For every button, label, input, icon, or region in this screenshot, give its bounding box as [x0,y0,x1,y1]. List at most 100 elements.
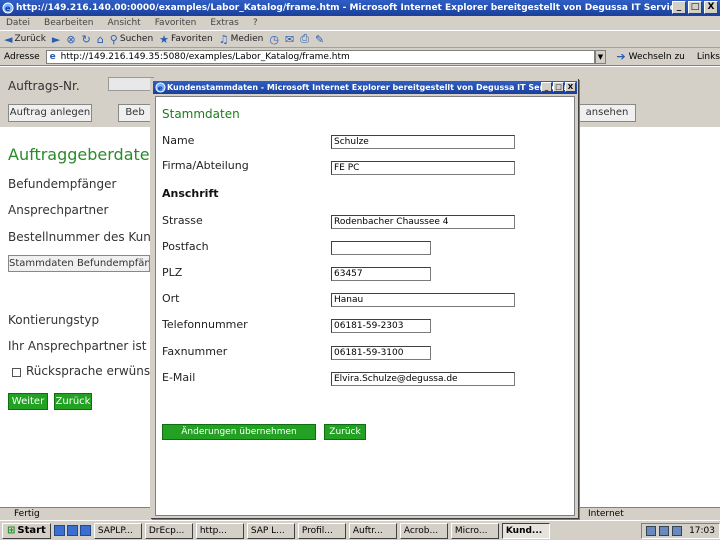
media-label: Medien [230,34,264,44]
tray-icon-3[interactable] [672,525,683,536]
address-input[interactable]: http://149.216.149.35:5080/examples/Labo… [45,49,595,64]
toolbar: ◄ Zurück ► ⊗ ↻ ⌂ ⚲ Suchen ★ Favoriten ♫ … [0,30,720,48]
mail-button[interactable]: ✉ [285,33,294,46]
email-input[interactable]: Elvira.Schulze@degussa.de [331,372,515,386]
beb-button[interactable]: Beb [118,104,152,122]
popup-minimize-button[interactable]: _ [541,82,552,92]
menu-datei[interactable]: Datei [6,16,30,30]
name-input[interactable]: Schulze [331,135,515,149]
forward-arrow-icon: ► [51,32,61,46]
befundempfaenger-label: Befundempfänger [8,177,117,191]
back-button[interactable]: ◄ Zurück [4,33,46,46]
history-icon: ◷ [269,32,279,46]
forward-button[interactable]: ► [52,33,60,46]
favorites-label: Favoriten [171,34,213,44]
auftrag-anlegen-button[interactable]: Auftrag anlegen [8,104,92,122]
home-icon: ⌂ [96,32,104,46]
tray-icon-1[interactable] [646,525,657,536]
strasse-input[interactable]: Rodenbacher Chaussee 4 [331,215,515,229]
taskbar-item-profil[interactable]: Profil... [297,522,346,539]
address-bar: Adresse http://149.216.149.35:5080/examp… [0,48,720,66]
print-button[interactable]: ⎙ [300,32,309,46]
popup-content: Stammdaten Name Schulze Firma/Abteilung … [155,96,575,516]
weiter-button[interactable]: Weiter [8,393,48,410]
postfach-input[interactable] [331,241,431,255]
media-button[interactable]: ♫ Medien [219,33,264,46]
stammdaten-befundempfaenger-button[interactable]: Stammdaten Befundempfänger [8,255,150,272]
firma-label: Firma/Abteilung [162,159,249,172]
refresh-button[interactable]: ↻ [82,33,91,46]
close-button[interactable]: X [704,1,718,14]
fax-label: Faxnummer [162,345,228,358]
stop-button[interactable]: ⊗ [66,33,75,46]
taskbar-item-acrob[interactable]: Acrob... [399,522,448,539]
email-label: E-Mail [162,371,196,384]
maximize-button[interactable]: □ [688,1,702,14]
refresh-icon: ↻ [81,32,91,46]
firma-input[interactable]: FE PC [331,161,515,175]
zurueck-button[interactable]: Zurück [54,393,92,410]
search-icon: ⚲ [109,32,118,46]
address-dropdown-icon[interactable]: ▼ [594,49,607,64]
menu-help[interactable]: ? [253,16,258,30]
ort-input[interactable]: Hanau [331,293,515,307]
ruecksprache-checkbox[interactable] [12,368,21,377]
taskbar-item-micro[interactable]: Micro... [450,522,499,539]
postfach-label: Postfach [162,240,209,253]
links-button[interactable]: Links [697,52,720,62]
quicklaunch-icon-1[interactable] [53,525,65,536]
ansehen-button[interactable]: ansehen [578,104,636,122]
go-button[interactable]: ➔ Wechseln zu [616,50,685,63]
home-button[interactable]: ⌂ [97,33,104,46]
go-arrow-icon: ➔ [616,50,626,63]
popup-maximize-button[interactable]: □ [553,82,564,92]
tray-icon-2[interactable] [659,525,670,536]
favorites-button[interactable]: ★ Favoriten [159,33,213,46]
quick-launch [53,525,91,536]
clock: 17:03 [689,525,715,536]
taskbar-item-kund[interactable]: Kund... [501,522,550,539]
telefon-input[interactable]: 06181-59-2303 [331,319,431,333]
search-label: Suchen [119,34,154,44]
taskbar-item-http[interactable]: http... [195,522,244,539]
popup-title-bar: e Kundenstammdaten - Microsoft Internet … [153,81,577,94]
search-button[interactable]: ⚲ Suchen [110,33,153,46]
minimize-button[interactable]: _ [672,1,686,14]
telefon-label: Telefonnummer [162,318,248,331]
auftrags-nr-input[interactable] [108,77,154,91]
back-arrow-icon: ◄ [4,32,13,46]
svg-text:e: e [5,4,11,13]
quicklaunch-icon-3[interactable] [79,525,91,536]
ansprechpartner-label: Ansprechpartner [8,203,109,217]
popup-zurueck-button[interactable]: Zurück [324,424,366,440]
status-text: Fertig [14,509,40,519]
kundenstammdaten-window: e Kundenstammdaten - Microsoft Internet … [150,78,578,518]
aenderungen-uebernehmen-button[interactable]: Änderungen übernehmen [162,424,316,440]
popup-close-button[interactable]: X [565,82,576,92]
name-label: Name [162,134,195,147]
edit-button[interactable]: ✎ [315,33,324,46]
ie-logo-icon: e [155,82,166,93]
start-button[interactable]: ⊞ Start [2,522,51,539]
fax-input[interactable]: 06181-59-3100 [331,346,431,360]
stammdaten-heading: Stammdaten [162,107,240,121]
taskbar-item-auftr[interactable]: Auftr... [348,522,397,539]
ort-label: Ort [162,292,180,305]
menu-ansicht[interactable]: Ansicht [107,16,140,30]
menu-extras[interactable]: Extras [210,16,238,30]
ihr-ansprechpartner-label: Ihr Ansprechpartner ist [8,339,147,353]
menu-favoriten[interactable]: Favoriten [155,16,197,30]
taskbar-item-drecp[interactable]: DrEcp... [144,522,193,539]
taskbar-item-saplp[interactable]: SAPLP... [93,522,142,539]
taskbar-item-sapl[interactable]: SAP L... [246,522,295,539]
quicklaunch-icon-2[interactable] [66,525,78,536]
menu-bearbeiten[interactable]: Bearbeiten [44,16,93,30]
anschrift-heading: Anschrift [162,187,219,200]
auftrags-nr-label: Auftrags-Nr. [8,79,80,93]
star-icon: ★ [159,32,170,46]
plz-input[interactable]: 63457 [331,267,431,281]
edit-icon: ✎ [315,32,325,46]
system-tray: 17:03 [641,522,720,539]
history-button[interactable]: ◷ [269,33,279,46]
ruecksprache-label: Rücksprache erwünscht [26,364,170,378]
